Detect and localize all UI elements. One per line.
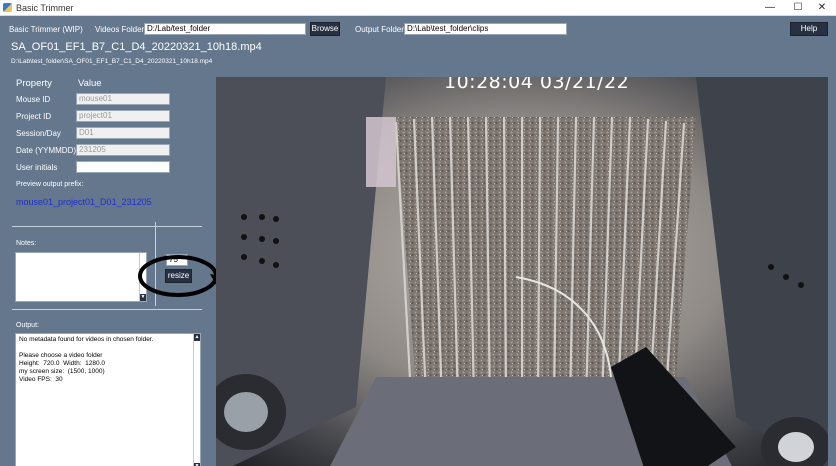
preview-prefix-label: Preview output prefix: (16, 181, 84, 188)
user-initials-field[interactable] (76, 161, 170, 173)
app-logo-icon (3, 3, 12, 12)
video-frame-image (216, 77, 828, 466)
browse-button[interactable]: Browse (310, 22, 340, 36)
date-label: Date (YYMMDD) (16, 146, 77, 155)
minimize-button[interactable]: — (756, 0, 784, 16)
video-preview[interactable]: 10:28:04 03/21/22 (216, 77, 828, 466)
video-timestamp: 10:28:04 03/21/22 (444, 77, 630, 93)
output-scrollbar[interactable]: ▲ ▼ (193, 334, 200, 466)
output-folder-label: Output Folder: (355, 25, 407, 34)
close-button[interactable]: ✕ (808, 0, 836, 16)
output-label: Output: (16, 322, 39, 329)
video-filepath: D:\Lab\test_folder\SA_OF01_EF1_B7_C1_D4_… (11, 58, 213, 65)
mouse-id-label: Mouse ID (16, 95, 51, 104)
session-day-label: Session/Day (16, 129, 61, 138)
mouse-id-field[interactable]: mouse01 (76, 93, 170, 105)
window-title: Basic Trimmer (16, 3, 74, 13)
user-initials-label: User initials (16, 163, 58, 172)
output-console: No metadata found for videos in chosen f… (15, 333, 201, 466)
videos-folder-label: Videos Folder: (95, 25, 147, 34)
project-id-label: Project ID (16, 112, 52, 121)
app-body: Basic Trimmer (WIP) Videos Folder: D:/La… (0, 16, 836, 466)
help-button[interactable]: Help (790, 22, 828, 36)
app-label: Basic Trimmer (WIP) (9, 25, 83, 34)
window-titlebar: Basic Trimmer — ☐ ✕ (0, 0, 836, 16)
notes-label: Notes: (16, 240, 37, 247)
property-header: Property (16, 78, 52, 89)
date-field[interactable]: 231205 (76, 144, 170, 156)
preview-prefix-value: mouse01_project01_D01_231205 (16, 197, 152, 207)
project-id-field[interactable]: project01 (76, 110, 170, 122)
output-folder-input[interactable]: D:\Lab\test_folder\clips (404, 23, 567, 35)
session-day-field[interactable]: D01 (76, 127, 170, 139)
value-header: Value (78, 78, 102, 89)
video-filename: SA_OF01_EF1_B7_C1_D4_20220321_10h18.mp4 (11, 41, 262, 53)
annotation-circle (138, 255, 218, 297)
videos-folder-input[interactable]: D:/Lab/test_folder (144, 23, 306, 35)
section-divider (12, 226, 202, 227)
